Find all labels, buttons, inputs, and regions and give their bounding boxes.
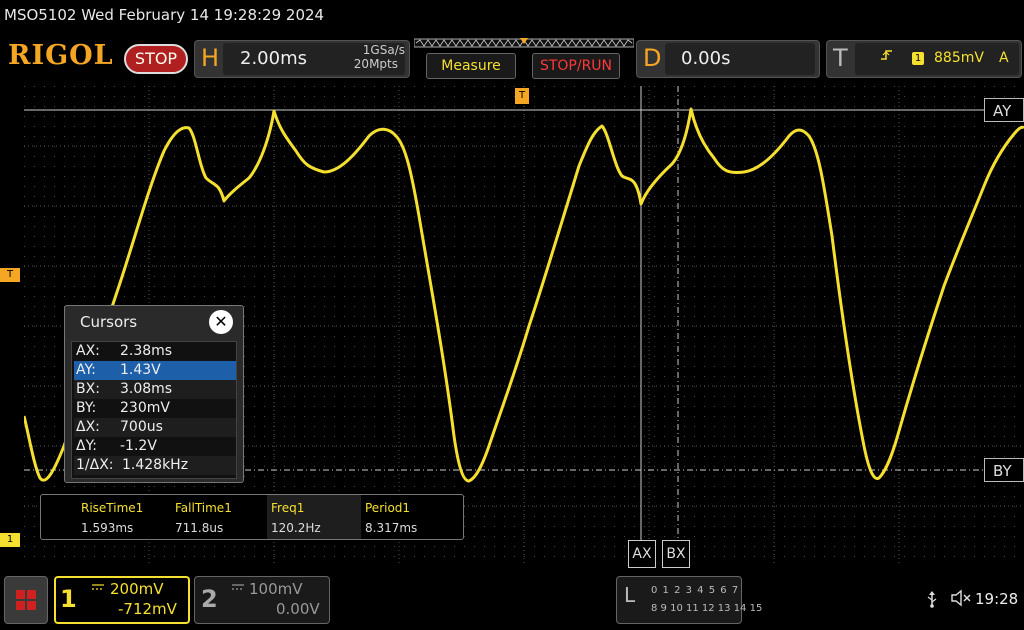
measurement-name: Period1 [365, 501, 411, 515]
channel-2-number: 2 [201, 585, 218, 613]
measurement-value: 8.317ms [365, 521, 418, 535]
channel-2-scale: 100mV [249, 580, 303, 598]
close-icon[interactable]: ✕ [209, 310, 233, 334]
sample-rate: 1GSa/s [362, 43, 405, 57]
cursor-row-label: AY: [76, 362, 96, 378]
trigger-panel[interactable]: T [826, 40, 1022, 78]
measurement-value: 1.593ms [81, 521, 134, 535]
measurement-name: Freq1 [271, 501, 305, 515]
cursor-row-inv-dx[interactable]: 1/ΔX: 1.428kHz [74, 456, 236, 475]
measurement-value: 120.2Hz [271, 521, 321, 535]
stop-run-button[interactable]: STOP/RUN [532, 53, 620, 79]
delay-value: 0.00s [681, 48, 731, 69]
cursor-by-marker[interactable]: BY [984, 458, 1024, 482]
channel-2-offset: 0.00V [276, 600, 320, 618]
cursor-row-label: ΔY: [76, 438, 97, 454]
memory-depth: 20Mpts [353, 57, 398, 71]
timebase-value: 2.00ms [240, 48, 307, 69]
cursor-row-label: AX: [76, 343, 100, 359]
measurement-bar[interactable]: RiseTime1 1.593ms FallTime1 711.8us Freq… [40, 494, 464, 540]
cursor-bx-marker[interactable]: BX [662, 540, 690, 568]
cursor-row-value: 3.08ms [120, 381, 173, 397]
logic-channels-row-1: 0 1 2 3 4 5 6 7 [651, 585, 740, 596]
cursor-row-dx[interactable]: ΔX: 700us [74, 418, 236, 437]
trigger-mode: A [999, 50, 1009, 66]
cursor-row-value: 230mV [120, 400, 170, 416]
trigger-level: 885mV [934, 50, 984, 66]
trigger-position-bar [414, 38, 634, 48]
measurement-item[interactable]: Freq1 120.2Hz [267, 495, 361, 539]
measurement-item[interactable]: Period1 8.317ms [361, 495, 455, 539]
trigger-position-marker[interactable]: T [515, 88, 529, 104]
cursor-row-value: 700us [120, 419, 163, 435]
cursor-row-label: BX: [76, 381, 100, 397]
measurement-item[interactable]: RiseTime1 1.593ms [77, 495, 171, 539]
cursor-row-by[interactable]: BY: 230mV [74, 399, 236, 418]
cursor-row-value: -1.2V [120, 438, 157, 454]
dc-coupling-icon [232, 583, 244, 594]
cursor-row-dy[interactable]: ΔY: -1.2V [74, 437, 236, 456]
trigger-level-marker[interactable]: T [0, 268, 20, 282]
cursors-title: Cursors [80, 313, 138, 331]
logic-channels-row-2: 8 9 10 11 12 13 14 15 [651, 603, 763, 614]
channel-1-offset: -712mV [118, 600, 177, 618]
cursor-row-value: 2.38ms [120, 343, 173, 359]
rigol-logo: RIGOL [8, 40, 114, 71]
dc-coupling-icon [92, 583, 104, 591]
cursor-row-value: 1.428kHz [122, 457, 189, 473]
run-state-badge[interactable]: STOP [124, 44, 188, 74]
trigger-source: 1 [912, 52, 924, 65]
system-clock: 19:28 [975, 590, 1019, 608]
cursor-row-bx[interactable]: BX: 3.08ms [74, 380, 236, 399]
trigger-letter: T [833, 44, 848, 72]
rising-edge-icon [880, 48, 894, 66]
cursor-row-ay[interactable]: AY: 1.43V [74, 361, 236, 380]
cursor-row-label: 1/ΔX: [76, 457, 114, 473]
main-menu-button[interactable] [4, 576, 48, 624]
cursor-ax-marker[interactable]: AX [628, 540, 656, 568]
ch1-offset-marker[interactable]: 1 [0, 533, 20, 547]
channel-1-number: 1 [60, 585, 77, 613]
cursors-table: AX: 2.38ms AY: 1.43V BX: 3.08ms BY: 230m… [71, 341, 237, 479]
delay-letter: D [643, 44, 662, 72]
cursor-row-label: BY: [76, 400, 97, 416]
logic-label: L [624, 583, 636, 607]
cursor-row-ax[interactable]: AX: 2.38ms [74, 342, 236, 361]
cursor-row-value: 1.43V [120, 362, 161, 378]
usb-icon [925, 590, 939, 612]
measurement-value: 711.8us [175, 521, 224, 535]
menu-grid-icon [16, 590, 36, 610]
cursor-row-label: ΔX: [76, 419, 100, 435]
channel-1-scale: 200mV [110, 580, 164, 598]
measure-button[interactable]: Measure [426, 53, 516, 79]
model-datetime: MSO5102 Wed February 14 19:28:29 2024 [4, 6, 325, 24]
horizontal-letter: H [201, 44, 220, 72]
measurement-name: RiseTime1 [81, 501, 144, 515]
measurement-item[interactable]: FallTime1 711.8us [171, 495, 265, 539]
cursor-ay-marker[interactable]: AY [984, 98, 1024, 122]
speaker-muted-icon[interactable] [950, 589, 972, 611]
measurement-name: FallTime1 [175, 501, 232, 515]
